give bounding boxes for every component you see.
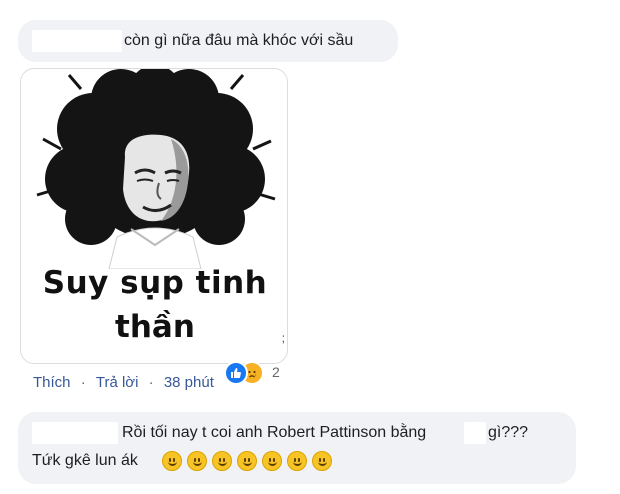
smiley-icon <box>187 451 207 471</box>
redacted-author-name <box>32 422 118 444</box>
comment-text-line-2: Tứk gkê lun ák <box>32 452 138 469</box>
comment-actions: Thích · Trả lời · 38 phút <box>33 374 214 391</box>
comment-text: còn gì nữa đâu mà khóc với sầu <box>124 32 354 49</box>
smiley-icon <box>162 451 182 471</box>
comment-text-part-2: gì??? <box>488 424 529 441</box>
redacted-author-name <box>32 30 122 52</box>
smiley-icon <box>287 451 307 471</box>
sticker-face-illustration <box>36 69 276 269</box>
comment-bubble-2: Rồi tối nay t coi anh Robert Pattinson b… <box>18 412 576 484</box>
smiley-icon <box>212 451 232 471</box>
redacted-text <box>464 422 486 444</box>
like-icon <box>224 361 248 385</box>
comment-bubble-1: còn gì nữa đâu mà khóc với sầu <box>18 20 398 62</box>
comment-text-part-1: Rồi tối nay t coi anh Robert Pattinson b… <box>122 424 427 441</box>
sticker-caption-line-1: Suy sụp tinh <box>42 265 268 301</box>
separator: · <box>80 374 86 391</box>
reply-link[interactable]: Trả lời <box>96 374 139 391</box>
sticker-corner-mark: ; <box>281 331 285 345</box>
smiley-icon <box>262 451 282 471</box>
timestamp-link[interactable]: 38 phút <box>164 374 214 391</box>
sticker-image[interactable]: Suy sụp tinh thần ; <box>20 68 288 364</box>
smiley-icon <box>237 451 257 471</box>
reaction-count: 2 <box>272 364 280 380</box>
sticker-caption-line-2: thần <box>115 309 195 345</box>
separator: · <box>148 374 154 391</box>
smiley-icon <box>312 451 332 471</box>
like-link[interactable]: Thích <box>33 374 71 391</box>
